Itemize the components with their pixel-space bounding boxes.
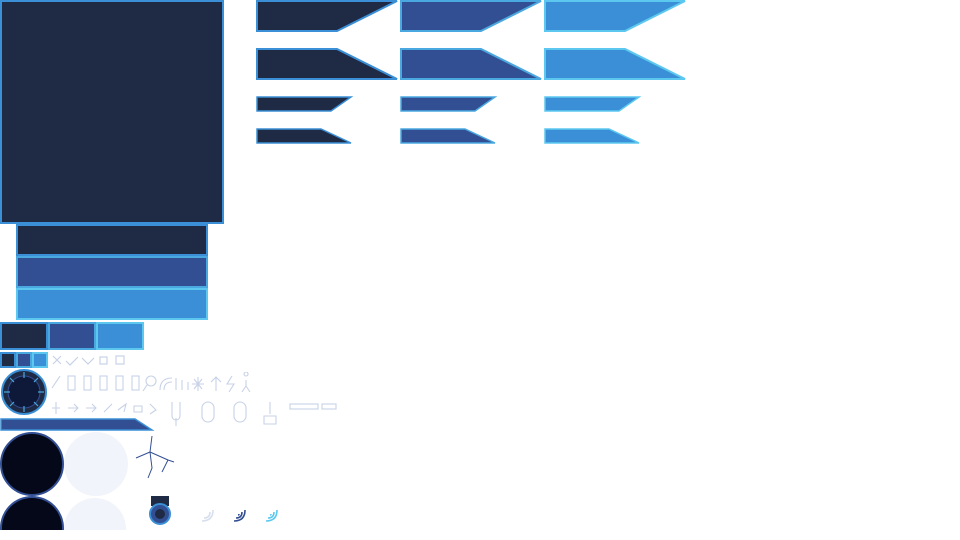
checkbox-dark[interactable] bbox=[0, 352, 16, 368]
tab-dark-2[interactable] bbox=[256, 48, 398, 80]
button-light[interactable] bbox=[96, 322, 144, 350]
gear-icon bbox=[115, 355, 125, 365]
joystick-icon bbox=[263, 402, 277, 425]
large-panel bbox=[0, 0, 224, 224]
tab-light-4[interactable] bbox=[544, 128, 640, 144]
bar-light bbox=[16, 288, 208, 320]
checkbox-mid[interactable] bbox=[16, 352, 32, 368]
tab-mid-1[interactable] bbox=[400, 0, 542, 32]
radial-dial-icon[interactable] bbox=[0, 368, 48, 416]
tab-row-2 bbox=[256, 48, 686, 80]
bar-dark bbox=[16, 224, 208, 256]
tab-row-3 bbox=[256, 96, 642, 112]
microphone-icon bbox=[171, 402, 181, 426]
bar-mid bbox=[16, 256, 208, 288]
arrow-right-icon bbox=[52, 402, 60, 414]
tab-mid-2[interactable] bbox=[400, 48, 542, 80]
snowflake-icon bbox=[192, 377, 204, 391]
heart-icon bbox=[99, 356, 108, 365]
mouse-icon bbox=[201, 401, 215, 423]
wifi-icon bbox=[201, 509, 278, 522]
slider-icon bbox=[289, 403, 319, 410]
person-icon bbox=[241, 372, 251, 393]
angled-tab-grid bbox=[256, 0, 686, 144]
button-mid[interactable] bbox=[48, 322, 96, 350]
check-icon bbox=[65, 356, 79, 366]
tab-row-4 bbox=[256, 128, 640, 144]
tab-light-3[interactable] bbox=[544, 96, 642, 112]
crack-icon bbox=[135, 435, 175, 479]
checkbox-light[interactable] bbox=[32, 352, 48, 368]
lightning-icon bbox=[226, 375, 235, 393]
arrow-up-icon bbox=[210, 376, 222, 391]
tab-light-2[interactable] bbox=[544, 48, 686, 80]
battery-icon bbox=[67, 375, 76, 391]
chevron-down-icon bbox=[81, 357, 95, 365]
signal-icon bbox=[159, 377, 173, 391]
tab-dark-4[interactable] bbox=[256, 128, 352, 144]
dark-circle bbox=[0, 432, 64, 496]
pale-circle bbox=[64, 432, 128, 496]
cross-icon bbox=[52, 355, 62, 365]
icon-row-2 bbox=[51, 372, 251, 393]
tab-light-1[interactable] bbox=[544, 0, 686, 32]
tab-dark-1[interactable] bbox=[256, 0, 398, 32]
tab-row-1 bbox=[256, 0, 686, 32]
button-dark[interactable] bbox=[0, 322, 48, 350]
search-icon bbox=[145, 375, 157, 387]
tab-mid-4[interactable] bbox=[400, 128, 496, 144]
pale-half-circle bbox=[64, 498, 126, 530]
tab-dark-3[interactable] bbox=[256, 96, 354, 112]
progress-bar bbox=[0, 418, 155, 431]
tab-mid-3[interactable] bbox=[400, 96, 498, 112]
dark-half-circle bbox=[0, 496, 64, 530]
sword-icon bbox=[51, 375, 61, 389]
fist-icon bbox=[133, 405, 143, 413]
icon-row-small bbox=[52, 355, 125, 366]
pin-icon[interactable] bbox=[148, 494, 172, 526]
